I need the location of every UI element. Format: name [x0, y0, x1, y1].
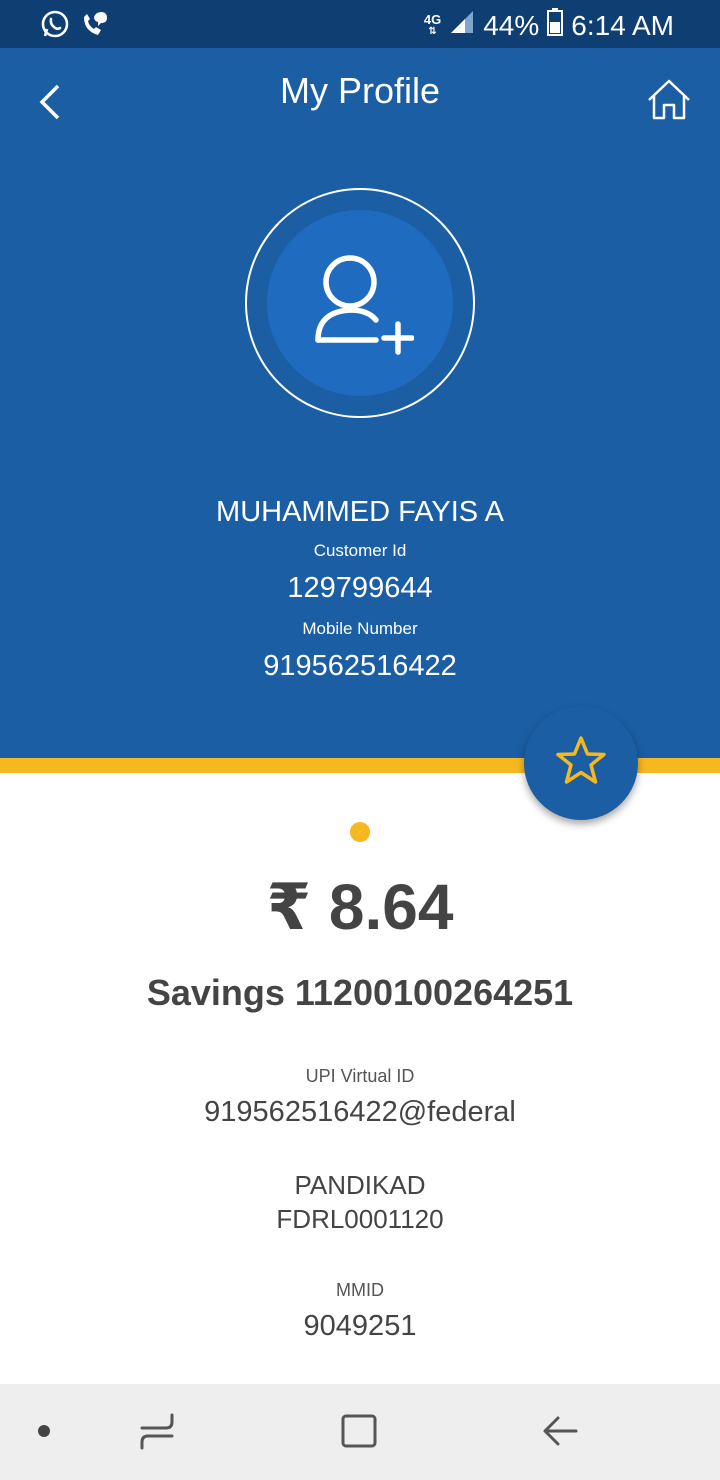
navigation-bar — [0, 1384, 720, 1480]
whatsapp-icon — [40, 9, 70, 44]
data-arrows-icon: 4G ⇅ — [423, 11, 442, 37]
mobile-number: 919562516422 — [263, 650, 457, 682]
account-number: Savings 11200100264251 — [146, 972, 574, 1013]
account-balance: ₹ 8.64 — [266, 871, 454, 943]
recent-apps-icon — [140, 1413, 174, 1450]
battery-icon — [547, 8, 564, 43]
dot-button[interactable] — [28, 1384, 60, 1480]
add-user-icon — [315, 255, 414, 355]
profile-screen: 4G ⇅ 44% 6:14 AM My Profile MUHAMMED FAY… — [0, 0, 720, 1480]
profile-info: MUHAMMED FAYIS A Customer Id 129799644 M… — [0, 492, 720, 688]
home-nav-button[interactable] — [330, 1384, 390, 1480]
home-icon — [648, 79, 690, 120]
avatar[interactable] — [245, 188, 475, 418]
signal-icon — [449, 9, 475, 42]
branch-name: PANDIKAD — [294, 1170, 426, 1200]
system-status: 4G ⇅ 44% 6:14 AM — [424, 8, 674, 43]
star-icon — [556, 736, 606, 784]
status-bar: 4G ⇅ 44% 6:14 AM — [0, 0, 720, 48]
page-indicator-dot — [350, 822, 370, 842]
customer-id-label: Customer Id — [313, 541, 407, 560]
home-button[interactable] — [644, 76, 694, 124]
notification-icons — [40, 9, 110, 44]
back-arrow-icon — [543, 1416, 578, 1446]
favorite-button[interactable] — [524, 706, 638, 820]
back-nav-button[interactable] — [530, 1384, 590, 1480]
recent-apps-button[interactable] — [130, 1384, 190, 1480]
mobile-label: Mobile Number — [302, 619, 418, 638]
battery-percent: 44% — [483, 9, 540, 41]
ifsc-code: FDRL0001120 — [276, 1204, 444, 1234]
upi-id: 919562516422@federal — [204, 1096, 516, 1128]
page-title: My Profile — [279, 70, 441, 111]
missed-call-icon — [80, 9, 110, 44]
mmid-label: MMID — [336, 1280, 384, 1300]
network-type: 4G — [423, 11, 442, 27]
customer-name: MUHAMMED FAYIS A — [216, 496, 504, 528]
mmid-value: 9049251 — [303, 1310, 417, 1342]
dot-icon — [38, 1425, 50, 1437]
avatar-circle — [267, 210, 453, 396]
profile-header: My Profile MUHAMMED FAYIS A Customer Id … — [0, 48, 720, 758]
customer-id: 129799644 — [287, 572, 433, 604]
clock: 6:14 AM — [571, 9, 674, 41]
home-square-icon — [341, 1414, 377, 1448]
upi-label: UPI Virtual ID — [305, 1066, 415, 1086]
